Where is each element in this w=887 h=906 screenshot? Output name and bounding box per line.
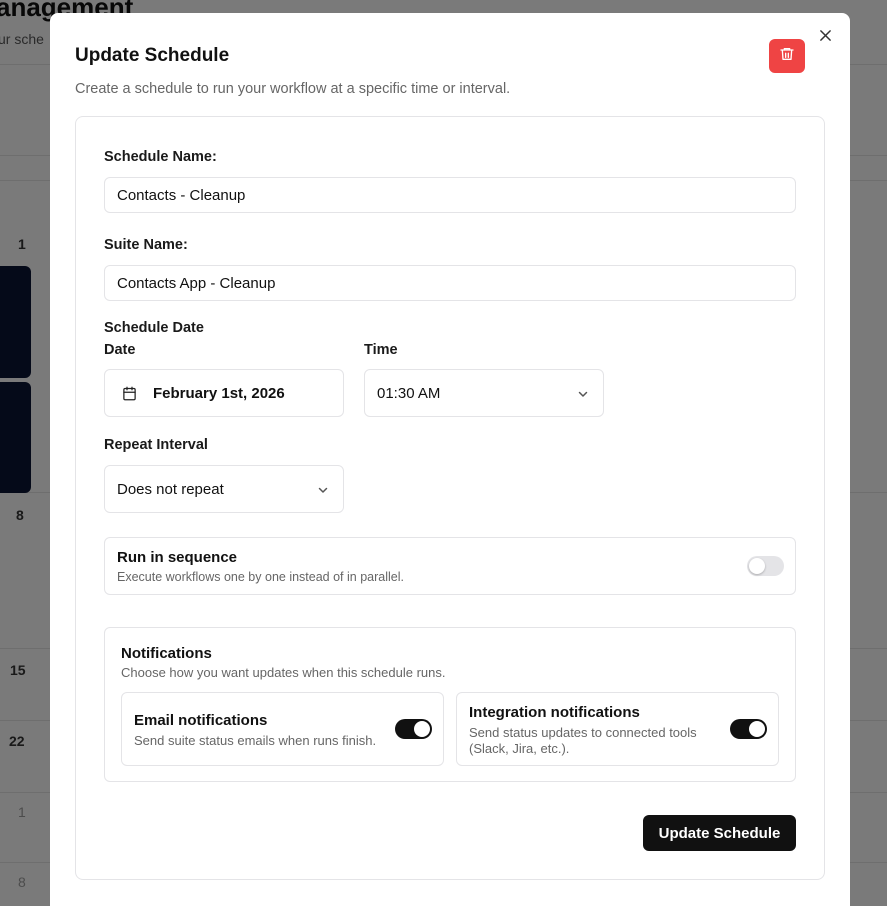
trash-icon — [779, 46, 795, 67]
email-notifications-title: Email notifications — [134, 712, 268, 729]
repeat-interval-label: Repeat Interval — [104, 437, 208, 453]
schedule-name-input[interactable]: Contacts - Cleanup — [104, 177, 796, 213]
run-in-sequence-description: Execute workflows one by one instead of … — [117, 570, 404, 584]
update-schedule-button[interactable]: Update Schedule — [643, 815, 796, 851]
suite-name-input[interactable]: Contacts App - Cleanup — [104, 265, 796, 301]
run-in-sequence-toggle[interactable] — [747, 556, 784, 576]
schedule-form-card: Schedule Name: Contacts - Cleanup Suite … — [75, 116, 825, 880]
time-label: Time — [364, 342, 398, 358]
integration-notifications-toggle[interactable] — [730, 719, 767, 739]
toggle-knob — [414, 721, 430, 737]
date-value: February 1st, 2026 — [153, 384, 285, 402]
run-in-sequence-setting: Run in sequence Execute workflows one by… — [104, 537, 796, 595]
date-picker[interactable]: February 1st, 2026 — [104, 369, 344, 417]
run-in-sequence-title: Run in sequence — [117, 549, 238, 566]
chevron-down-icon — [317, 483, 329, 500]
date-label: Date — [104, 342, 136, 358]
notifications-description: Choose how you want updates when this sc… — [121, 665, 446, 680]
time-select[interactable]: 01:30 AM — [364, 369, 604, 417]
repeat-interval-select[interactable]: Does not repeat — [104, 465, 344, 513]
delete-schedule-button[interactable] — [769, 39, 805, 73]
dialog-description: Create a schedule to run your workflow a… — [75, 81, 511, 97]
email-notifications-card: Email notifications Send suite status em… — [121, 692, 444, 766]
toggle-knob — [749, 721, 765, 737]
time-value: 01:30 AM — [377, 384, 441, 402]
update-schedule-dialog: Update Schedule Create a schedule to run… — [50, 13, 850, 906]
suite-name-label: Suite Name: — [104, 237, 188, 253]
notifications-section: Notifications Choose how you want update… — [104, 627, 796, 782]
close-icon — [819, 29, 832, 47]
email-notifications-description: Send suite status emails when runs finis… — [134, 733, 377, 748]
calendar-icon — [122, 386, 137, 405]
dialog-title: Update Schedule — [75, 45, 230, 66]
integration-notifications-title: Integration notifications — [469, 704, 640, 721]
email-notifications-toggle[interactable] — [395, 719, 432, 739]
schedule-name-label: Schedule Name: — [104, 149, 217, 165]
schedule-date-heading: Schedule Date — [104, 320, 204, 336]
close-dialog-button[interactable] — [816, 29, 834, 47]
integration-notifications-description: Send status updates to connected tools (… — [469, 725, 697, 756]
notifications-title: Notifications — [121, 645, 212, 662]
repeat-interval-value: Does not repeat — [117, 480, 224, 498]
integration-notifications-card: Integration notifications Send status up… — [456, 692, 779, 766]
toggle-knob — [749, 558, 765, 574]
chevron-down-icon — [577, 387, 589, 404]
